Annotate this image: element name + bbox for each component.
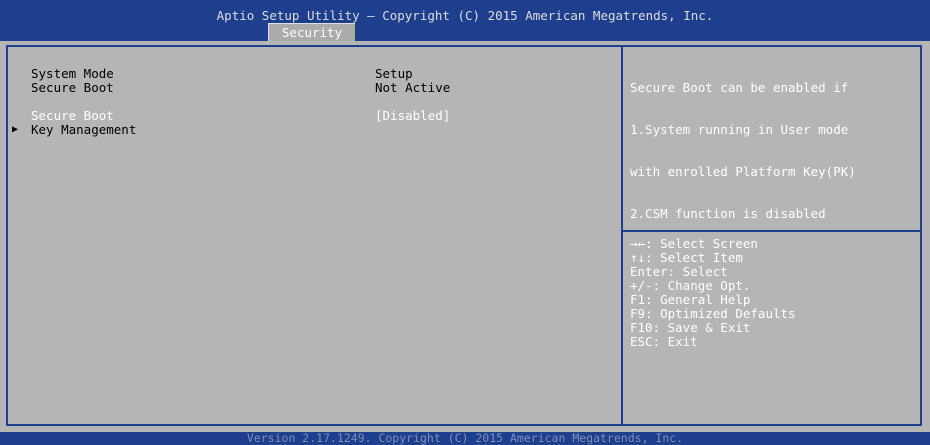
vertical-divider: [621, 47, 623, 424]
key-legend: →←: Select Screen ↑↓: Select Item Enter:…: [630, 237, 796, 349]
key-select-screen: →←: Select Screen: [630, 236, 758, 251]
system-mode-label: System Mode: [31, 66, 114, 81]
key-select-item: ↑↓: Select Item: [630, 250, 743, 265]
content-frame: System Mode Setup Secure Boot Not Active…: [6, 45, 922, 426]
title-bar: Aptio Setup Utility – Copyright (C) 2015…: [0, 0, 930, 41]
key-enter: Enter: Select: [630, 264, 728, 279]
main-panel: System Mode Setup Secure Boot Not Active…: [0, 41, 930, 432]
tab-security[interactable]: Security: [268, 23, 355, 41]
submenu-arrow-icon: ▶: [12, 124, 19, 135]
help-line: 2.CSM function is disabled: [630, 206, 826, 221]
system-mode-value: Setup: [375, 66, 413, 81]
help-line: 1.System running in User mode: [630, 122, 849, 137]
key-f10-save: F10: Save & Exit: [630, 320, 751, 335]
key-management-item[interactable]: Key Management: [31, 123, 136, 137]
key-change-opt: +/-: Change Opt.: [630, 278, 751, 293]
app-title: Aptio Setup Utility – Copyright (C) 2015…: [216, 8, 714, 23]
help-line: Secure Boot can be enabled if: [630, 80, 849, 95]
secure-boot-state-label: Secure Boot: [31, 80, 114, 95]
help-text: Secure Boot can be enabled if 1.System r…: [630, 53, 920, 249]
secure-boot-option-label[interactable]: Secure Boot: [31, 109, 114, 123]
secure-boot-option-value[interactable]: [Disabled]: [375, 109, 450, 123]
version-footer: Version 2.17.1249. Copyright (C) 2015 Am…: [0, 432, 930, 445]
key-f1-help: F1: General Help: [630, 292, 751, 307]
key-f9-defaults: F9: Optimized Defaults: [630, 306, 796, 321]
key-esc-exit: ESC: Exit: [630, 334, 698, 349]
help-line: with enrolled Platform Key(PK): [630, 164, 856, 179]
secure-boot-state-value: Not Active: [375, 80, 451, 95]
